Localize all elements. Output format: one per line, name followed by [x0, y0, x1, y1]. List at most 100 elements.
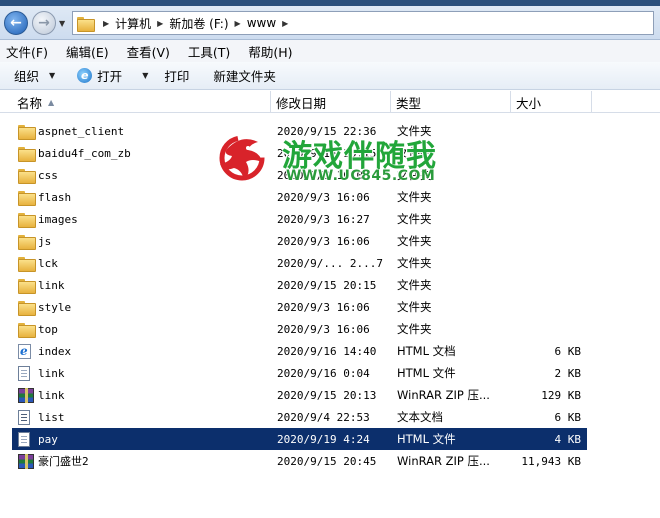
new-folder-button[interactable]: 新建文件夹	[213, 66, 276, 85]
breadcrumb-computer[interactable]: 计算机	[115, 15, 151, 32]
folder-icon	[18, 322, 36, 338]
print-label: 打印	[164, 69, 190, 84]
chevron-right-icon[interactable]: ▶	[103, 19, 109, 28]
file-size: 129 KB	[541, 388, 581, 402]
menu-bar: 文件(F) 编辑(E) 查看(V) 工具(T) 帮助(H)	[0, 40, 660, 62]
file-date: 2020/9/3 16:06	[277, 322, 370, 336]
file-size: 6 KB	[554, 410, 582, 424]
file-icon-cell	[18, 120, 36, 142]
chevron-right-icon[interactable]: ▶	[157, 19, 163, 28]
file-date: 2020/9/15 20:13	[277, 388, 377, 402]
file-name: images	[38, 212, 78, 226]
file-name: flash	[38, 190, 72, 204]
file-date: 2020/9/15 20:45	[277, 454, 377, 468]
chevron-right-icon[interactable]: ▶	[235, 19, 241, 28]
file-type: 文件夹	[397, 190, 432, 204]
file-name: link	[38, 366, 65, 380]
html-file-icon	[18, 431, 30, 447]
forward-button[interactable]: →	[32, 11, 56, 35]
file-name: lck	[38, 256, 58, 270]
history-dropdown-icon[interactable]: ▼	[59, 19, 65, 28]
file-type: HTML 文档	[397, 344, 456, 358]
breadcrumb-drive[interactable]: 新加卷 (F:)	[169, 15, 228, 32]
address-bar[interactable]: ▶ 计算机 ▶ 新加卷 (F:) ▶ www ▶	[72, 11, 654, 35]
command-toolbar: 组织 ▼ e 打开 ▼ 打印 新建文件夹	[0, 62, 660, 90]
file-type: 文件夹	[397, 256, 432, 270]
file-row[interactable]: index 2020/9/16 14:40 HTML 文档 6 KB	[12, 340, 587, 362]
file-name: list	[38, 410, 65, 424]
column-name-label: 名称	[17, 95, 43, 111]
file-row[interactable]: link 2020/9/15 20:13 WinRAR ZIP 压... 129 KB	[12, 384, 587, 406]
folder-icon	[18, 278, 36, 294]
file-row[interactable]: list 2020/9/4 22:53 文本文档 6 KB	[12, 406, 587, 428]
file-icon-cell	[18, 186, 36, 208]
folder-icon	[18, 300, 36, 316]
file-row[interactable]: top 2020/9/3 16:06 文件夹	[12, 318, 587, 340]
file-icon-cell	[18, 318, 36, 340]
column-type-label: 类型	[396, 95, 422, 111]
file-row[interactable]: js 2020/9/3 16:06 文件夹	[12, 230, 587, 252]
column-header-size[interactable]: 大小	[511, 91, 592, 113]
new-folder-label: 新建文件夹	[213, 69, 276, 84]
file-date: 2020/9/3 16:27	[277, 212, 370, 226]
file-row[interactable]: aspnet_client 2020/9/15 22:36 文件夹	[12, 120, 587, 142]
folder-icon	[18, 256, 36, 272]
file-row[interactable]: style 2020/9/3 16:06 文件夹	[12, 296, 587, 318]
file-row[interactable]: baidu4f_com_zb 2020/9/15 20:15 文件夹	[12, 142, 587, 164]
file-date: 2020/9/16 14:40	[277, 344, 377, 358]
file-date: 2020/9/3 16:06	[277, 234, 370, 248]
file-icon-cell	[18, 362, 36, 384]
file-row[interactable]: css 2020/9/3 16:06 文件夹	[12, 164, 587, 186]
column-date-label: 修改日期	[276, 95, 327, 111]
breadcrumb-folder[interactable]: www	[247, 16, 276, 30]
chevron-down-icon[interactable]: ▼	[142, 71, 148, 80]
file-type: 文件夹	[397, 300, 432, 314]
file-row[interactable]: pay 2020/9/19 4:24 HTML 文件 4 KB	[12, 428, 587, 450]
file-row[interactable]: flash 2020/9/3 16:06 文件夹	[12, 186, 587, 208]
file-icon-cell	[18, 274, 36, 296]
chevron-down-icon: ▼	[49, 71, 56, 80]
file-row[interactable]: link 2020/9/15 20:15 文件夹	[12, 274, 587, 296]
column-header-name[interactable]: 名称 ▲	[12, 91, 271, 113]
menu-help[interactable]: 帮助(H)	[248, 42, 292, 61]
column-header-type[interactable]: 类型	[391, 91, 511, 113]
file-icon-cell	[18, 406, 36, 428]
file-name: 豪门盛世2	[38, 455, 89, 468]
open-button[interactable]: e 打开 ▼	[77, 66, 148, 85]
back-button[interactable]: ←	[4, 11, 28, 35]
file-name: aspnet_client	[38, 124, 125, 138]
text-doc-icon	[18, 409, 30, 425]
menu-edit[interactable]: 编辑(E)	[66, 42, 109, 61]
print-button[interactable]: 打印	[164, 66, 189, 85]
folder-icon	[18, 212, 36, 228]
file-type: 文件夹	[397, 234, 432, 248]
file-type: WinRAR ZIP 压...	[397, 454, 490, 468]
file-row[interactable]: images 2020/9/3 16:27 文件夹	[12, 208, 587, 230]
file-size: 2 KB	[554, 366, 582, 380]
folder-icon	[18, 146, 36, 162]
file-type: 文本文档	[397, 410, 443, 424]
file-date: 2020/9/3 16:06	[277, 300, 370, 314]
file-date: 2020/9/16 0:04	[277, 366, 370, 380]
file-name: css	[38, 168, 58, 182]
file-date: 2020/9/15 22:36	[277, 124, 377, 138]
winrar-icon	[18, 453, 34, 469]
file-name: link	[38, 388, 65, 402]
file-type: WinRAR ZIP 压...	[397, 388, 490, 402]
chevron-right-icon[interactable]: ▶	[282, 19, 288, 28]
organize-button[interactable]: 组织 ▼	[14, 66, 55, 85]
column-header-date[interactable]: 修改日期	[271, 91, 391, 113]
html-doc-icon	[18, 343, 31, 359]
folder-icon	[18, 124, 36, 140]
menu-file[interactable]: 文件(F)	[6, 42, 48, 61]
file-size: 6 KB	[554, 344, 582, 358]
menu-view[interactable]: 查看(V)	[127, 42, 170, 61]
file-type: 文件夹	[397, 146, 432, 160]
file-row[interactable]: 豪门盛世2 2020/9/15 20:45 WinRAR ZIP 压... 11,94…	[12, 450, 587, 472]
file-name: baidu4f_com_zb	[38, 146, 131, 160]
column-headers: 名称 ▲ 修改日期 类型 大小	[0, 91, 660, 113]
menu-tools[interactable]: 工具(T)	[188, 42, 230, 61]
file-date: 2020/9/4 22:53	[277, 410, 370, 424]
file-row[interactable]: link 2020/9/16 0:04 HTML 文件 2 KB	[12, 362, 587, 384]
file-row[interactable]: lck 2020/9/... 2...7 文件夹	[12, 252, 587, 274]
